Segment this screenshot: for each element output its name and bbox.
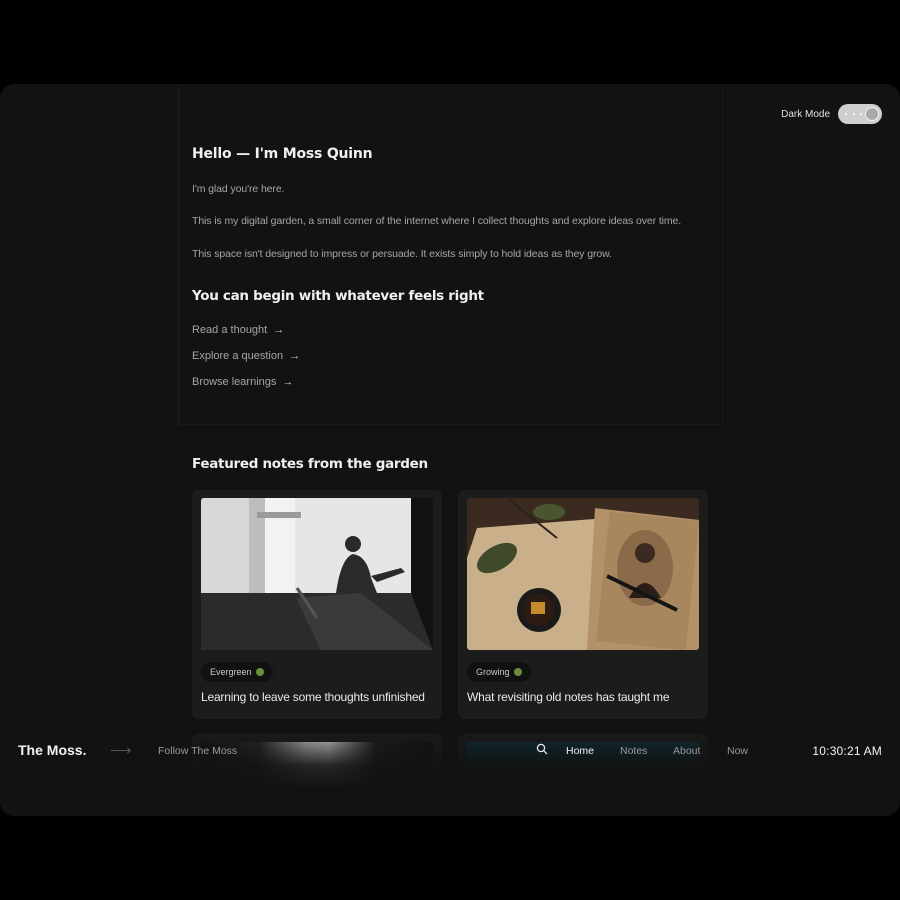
nav-notes[interactable]: Notes — [620, 745, 647, 757]
intro-paragraph: This space isn't designed to impress or … — [192, 248, 612, 260]
note-card[interactable]: Evergreen Learning to leave some thought… — [192, 490, 442, 719]
dark-mode-label: Dark Mode — [781, 108, 830, 120]
sprout-icon — [513, 668, 522, 676]
status-badge: Growing — [467, 662, 531, 682]
browse-learnings-link[interactable]: Browse learnings → — [192, 376, 293, 388]
link-label: Browse learnings — [192, 376, 277, 388]
intro-heading: Hello — I'm Moss Quinn — [192, 146, 373, 162]
brand-logo[interactable]: The Moss. — [18, 742, 86, 758]
note-title: What revisiting old notes has taught me — [467, 690, 670, 704]
section-divider — [178, 424, 723, 425]
explore-question-link[interactable]: Explore a question → — [192, 350, 300, 362]
status-badge: Evergreen — [201, 662, 273, 682]
intro-paragraph: I'm glad you're here. — [192, 183, 285, 195]
app-window: Dark Mode Hello — I'm Moss Quinn I'm gla… — [0, 84, 900, 816]
link-label: Read a thought — [192, 324, 268, 336]
badge-label: Growing — [476, 667, 510, 677]
search-icon[interactable] — [536, 743, 548, 755]
nav-home[interactable]: Home — [566, 745, 594, 757]
dark-mode-toggle[interactable] — [838, 104, 882, 124]
link-label: Explore a question — [192, 350, 284, 362]
intro-paragraph: This is my digital garden, a small corne… — [192, 215, 682, 227]
nav-now[interactable]: Now — [727, 745, 748, 757]
seedling-icon — [255, 668, 264, 676]
arrow-right-icon: ⟶ — [110, 742, 132, 759]
note-card[interactable]: Growing What revisiting old notes has ta… — [458, 490, 708, 719]
read-thought-link[interactable]: Read a thought → — [192, 324, 284, 336]
note-image-papers — [467, 498, 699, 650]
toggle-knob — [865, 107, 879, 121]
dark-mode-control: Dark Mode — [781, 104, 882, 124]
begin-heading: You can begin with whatever feels right — [192, 288, 484, 304]
bottom-nav: The Moss. ⟶ Follow The Moss Home Notes A… — [0, 736, 900, 766]
badge-label: Evergreen — [210, 667, 252, 677]
left-divider — [178, 84, 179, 424]
clock: 10:30:21 AM — [812, 744, 882, 758]
nav-about[interactable]: About — [673, 745, 700, 757]
note-image-shadow — [201, 498, 433, 650]
arrow-right-icon: → — [289, 350, 301, 362]
right-divider — [722, 84, 723, 424]
featured-heading: Featured notes from the garden — [192, 456, 428, 472]
follow-link[interactable]: Follow The Moss — [158, 745, 237, 757]
note-title: Learning to leave some thoughts unfinish… — [201, 690, 425, 704]
arrow-right-icon: → — [282, 376, 294, 388]
arrow-right-icon: → — [273, 324, 285, 336]
